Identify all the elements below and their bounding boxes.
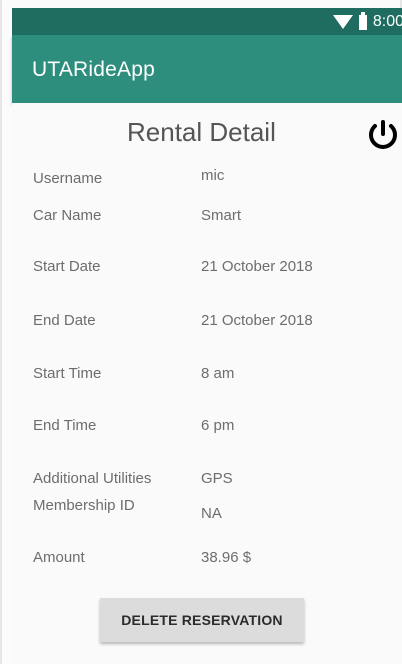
- app-bar: UTARideApp: [12, 35, 402, 103]
- delete-reservation-button[interactable]: DELETE RESERVATION: [100, 598, 304, 642]
- app-title: UTARideApp: [32, 58, 155, 81]
- start-time-value: 8 am: [201, 365, 235, 382]
- start-time-label: Start Time: [33, 365, 102, 382]
- end-time-value: 6 pm: [201, 417, 235, 434]
- wifi-icon: [332, 15, 353, 29]
- start-date-value: 21 October 2018: [201, 258, 313, 275]
- membership-id-label: Membership ID: [33, 497, 135, 514]
- membership-id-value: NA: [201, 505, 222, 522]
- car-name-label: Car Name: [33, 207, 102, 224]
- battery-icon: [358, 11, 367, 30]
- start-date-label: Start Date: [33, 258, 101, 275]
- end-date-value: 21 October 2018: [201, 312, 313, 329]
- username-label: Username: [33, 170, 103, 187]
- status-icons: 8:00: [332, 11, 402, 33]
- status-bar: 8:00: [12, 8, 402, 35]
- amount-label: Amount: [33, 549, 85, 566]
- additional-utilities-label: Additional Utilities: [33, 470, 152, 487]
- amount-value: 38.96 $: [201, 549, 252, 566]
- status-time: 8:00: [372, 13, 402, 30]
- additional-utilities-value: GPS: [201, 470, 233, 487]
- end-date-label: End Date: [33, 312, 96, 329]
- power-icon[interactable]: [365, 117, 401, 153]
- car-name-value: Smart: [201, 207, 242, 224]
- end-time-label: End Time: [33, 417, 97, 434]
- username-value: mic: [201, 167, 225, 184]
- app-screen: 8:00 UTARideApp Rental Detail Username m…: [0, 0, 402, 664]
- page-title: Rental Detail: [127, 117, 276, 147]
- rental-detail-content: Rental Detail Username mic Car Name Smar…: [12, 103, 402, 664]
